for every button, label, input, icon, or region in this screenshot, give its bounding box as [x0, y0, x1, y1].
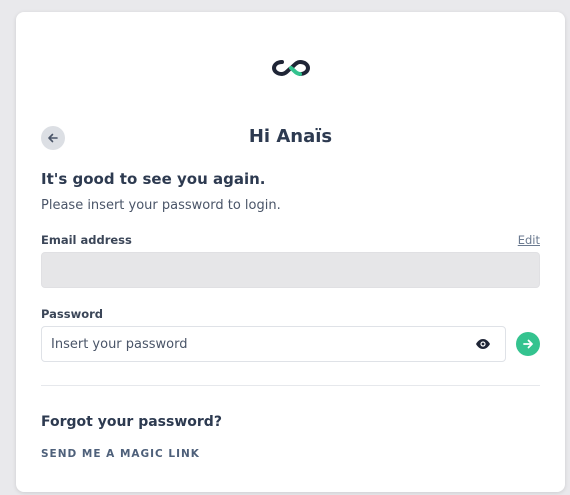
- submit-password-button[interactable]: [516, 332, 540, 356]
- email-label: Email address: [41, 233, 132, 247]
- magic-link-button[interactable]: SEND ME A MAGIC LINK: [41, 448, 200, 460]
- divider: [41, 385, 540, 386]
- forgot-password-heading: Forgot your password?: [41, 414, 222, 430]
- password-input[interactable]: [42, 327, 462, 361]
- page-title: Hi Anaïs: [248, 126, 333, 147]
- welcome-description: Please insert your password to login.: [41, 198, 281, 213]
- arrow-right-icon: [523, 339, 533, 349]
- edit-email-link[interactable]: Edit: [518, 233, 540, 247]
- login-card: Hi Anaïs It's good to see you again. Ple…: [16, 12, 565, 492]
- email-field: [41, 252, 540, 288]
- password-label: Password: [41, 307, 103, 321]
- brand-logo-icon: [271, 59, 311, 77]
- password-field-wrapper: [41, 326, 506, 362]
- welcome-heading: It's good to see you again.: [41, 170, 266, 188]
- eye-icon[interactable]: [475, 338, 491, 350]
